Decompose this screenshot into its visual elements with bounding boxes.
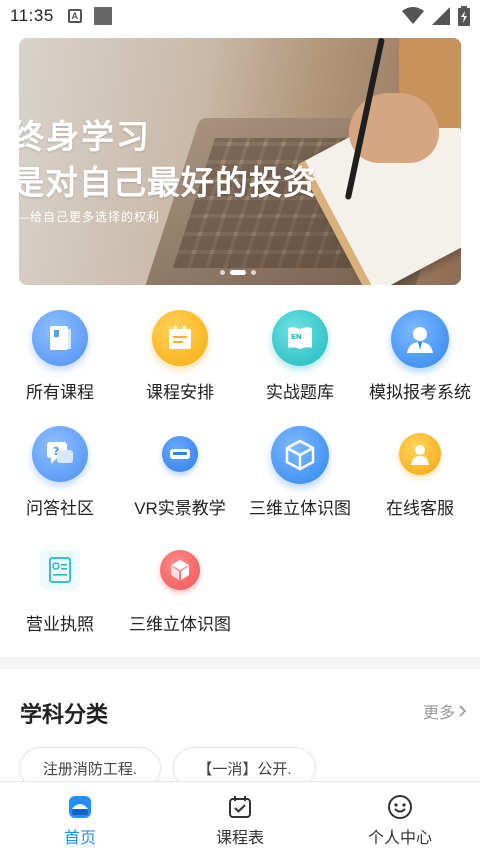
bottom-tab-bar: 首页 课程表 个人中心 — [0, 781, 480, 853]
status-right — [402, 6, 470, 26]
tab-label: 课程表 — [215, 830, 264, 847]
customer-service-icon — [399, 433, 441, 475]
more-link[interactable]: 更多 — [423, 699, 467, 723]
square-notification-icon — [93, 7, 112, 25]
grid-label: 实战题库 — [266, 383, 334, 402]
grid-label: 三维立体识图 — [129, 615, 231, 634]
banner-headline-2: 是对自己最好的投资 — [19, 163, 317, 202]
banner-subtitle: —给自己更多选择的权利 — [19, 210, 161, 224]
vr-headset-icon — [162, 436, 198, 472]
en-book-icon: EN — [272, 310, 328, 366]
grid-item-mock-registration[interactable]: 模拟报考系统 — [360, 310, 480, 402]
grid-item-qa-community[interactable]: ? 问答社区 — [0, 426, 120, 518]
smiley-icon — [388, 795, 412, 819]
license-icon — [40, 550, 80, 590]
tab-personal-center[interactable]: 个人中心 — [320, 782, 480, 853]
section-title: 学科分类 — [20, 702, 109, 727]
tab-home[interactable]: 首页 — [0, 782, 160, 853]
banner-headline-1: 终身学习 — [19, 117, 151, 156]
carousel-dot[interactable] — [220, 270, 225, 275]
grid-label: 在线客服 — [386, 499, 454, 518]
grid-label: 模拟报考系统 — [369, 383, 471, 402]
status-time: 11:35 — [10, 6, 54, 25]
chevron-right-icon — [459, 705, 467, 717]
grid-label: VR实景教学 — [134, 499, 226, 518]
grid-item-all-courses[interactable]: 所有课程 — [0, 310, 120, 402]
grid-item-3d-drawing[interactable]: 三维立体识图 — [240, 426, 360, 518]
grid-item-vr-teaching[interactable]: VR实景教学 — [120, 426, 240, 518]
section-divider — [0, 657, 480, 669]
schedule-icon — [152, 310, 208, 366]
grid-label: 三维立体识图 — [249, 499, 351, 518]
grid-label: 所有课程 — [26, 383, 94, 402]
grid-label: 营业执照 — [26, 615, 94, 634]
home-icon — [69, 796, 91, 818]
tab-label: 首页 — [63, 830, 96, 847]
status-bar: 11:35 A — [0, 0, 480, 32]
grid-label: 问答社区 — [26, 499, 94, 518]
user-profile-icon — [391, 310, 449, 368]
carousel-indicator — [220, 270, 256, 275]
tab-label: 个人中心 — [367, 830, 432, 847]
grid-label: 课程安排 — [146, 383, 214, 402]
grid-item-3d-drawing-2[interactable]: 三维立体识图 — [120, 542, 240, 634]
svg-text:EN: EN — [291, 333, 302, 341]
banner-carousel[interactable]: 终身学习 是对自己最好的投资 —给自己更多选择的权利 — [19, 38, 461, 285]
wifi-icon — [402, 7, 424, 24]
carousel-dot-active[interactable] — [230, 270, 246, 275]
more-label: 更多 — [423, 705, 456, 722]
carousel-dot[interactable] — [251, 270, 256, 275]
question-chat-icon: ? — [32, 426, 88, 482]
svg-text:?: ? — [53, 445, 59, 458]
grid-item-course-schedule[interactable]: 课程安排 — [120, 310, 240, 402]
signal-icon — [432, 7, 450, 25]
grid-item-question-bank[interactable]: EN 实战题库 — [240, 310, 360, 402]
cube-icon — [271, 426, 329, 484]
red-cube-icon — [160, 550, 200, 590]
grid-item-business-license[interactable]: 营业执照 — [0, 542, 120, 634]
calendar-icon — [229, 796, 251, 818]
book-icon — [32, 310, 88, 366]
battery-icon — [458, 6, 470, 26]
tab-course-table[interactable]: 课程表 — [160, 782, 320, 853]
a-notification-icon: A — [67, 9, 82, 23]
grid-item-online-service[interactable]: 在线客服 — [360, 426, 480, 518]
